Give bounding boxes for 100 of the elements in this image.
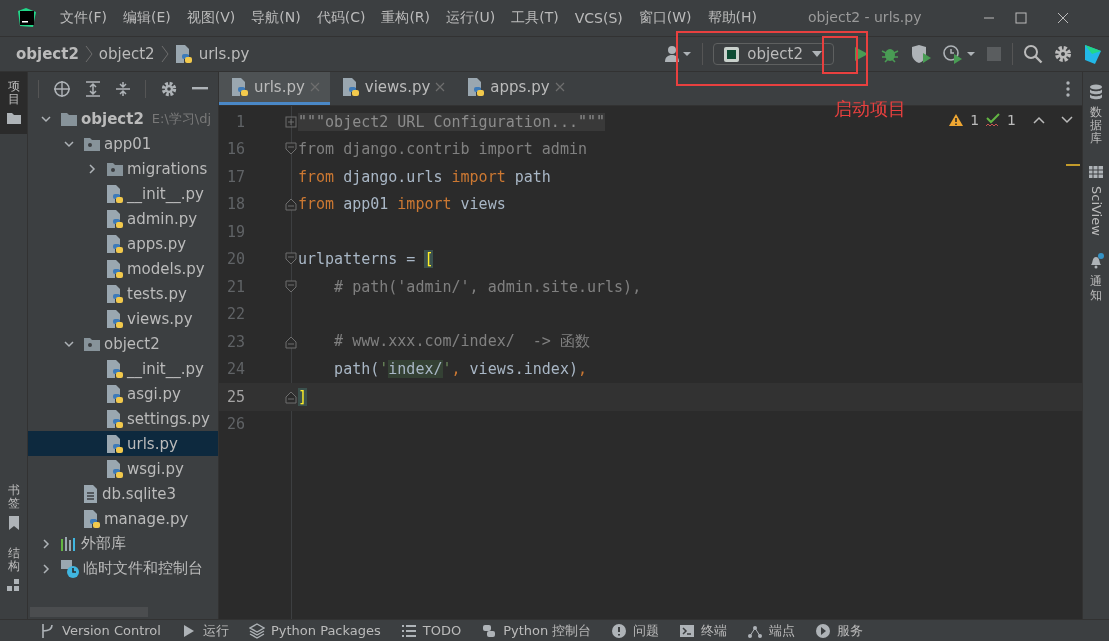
tree-item[interactable]: tests.py xyxy=(28,281,218,306)
tool-window-tab[interactable]: 通知 xyxy=(1083,247,1109,314)
tool-window-tab[interactable]: 项目 xyxy=(0,72,27,135)
code-line: # www.xxx.com/index/ -> 函数 xyxy=(333,332,590,352)
line-number: 18 xyxy=(225,195,245,214)
folder-icon xyxy=(60,110,78,127)
tool-window-tab[interactable]: 书签 xyxy=(0,476,27,539)
package-folder-icon xyxy=(83,135,101,152)
folder-icon xyxy=(5,110,22,127)
menu-item[interactable]: 帮助(H) xyxy=(699,9,765,27)
editor-tab[interactable]: urls.py xyxy=(219,72,330,105)
menu-item[interactable]: 代码(C) xyxy=(308,9,374,27)
expand-all-icon[interactable] xyxy=(85,80,101,97)
package-folder-icon xyxy=(106,160,124,177)
package-folder-icon xyxy=(83,335,101,352)
collapse-all-icon[interactable] xyxy=(115,80,131,97)
menu-item[interactable]: 编辑(E) xyxy=(115,9,179,27)
tool-window-button[interactable]: TODO xyxy=(400,622,462,639)
python-file-icon xyxy=(231,77,249,97)
tree-item[interactable]: migrations xyxy=(28,156,218,181)
tree-item[interactable]: models.py xyxy=(28,256,218,281)
tool-window-button[interactable]: 运行 xyxy=(180,621,229,640)
chevron-right-icon[interactable] xyxy=(86,162,98,175)
tree-item[interactable]: __init__.py xyxy=(28,356,218,381)
tree-item[interactable]: apps.py xyxy=(28,231,218,256)
menu-item[interactable]: 视图(V) xyxy=(178,9,244,27)
line-number: 16 xyxy=(225,140,245,159)
tool-window-tab[interactable]: SciView xyxy=(1083,157,1109,248)
python-file-icon xyxy=(106,358,124,379)
menu-item[interactable]: 文件(F) xyxy=(52,9,115,27)
tool-window-button[interactable]: 终端 xyxy=(679,621,728,640)
editor-tab[interactable]: views.py xyxy=(329,72,456,105)
python-file-icon xyxy=(106,283,124,304)
text-file-icon xyxy=(83,483,99,504)
python-icon xyxy=(481,622,498,639)
locate-target-icon[interactable] xyxy=(53,79,71,98)
chevron-right-icon[interactable] xyxy=(40,537,52,550)
tree-item[interactable]: db.sqlite3 xyxy=(28,481,218,506)
warning-icon[interactable] xyxy=(948,113,965,127)
settings-icon[interactable] xyxy=(160,79,178,98)
tool-window-button[interactable]: Version Control xyxy=(40,622,161,639)
python-file-icon xyxy=(106,233,124,254)
code-line: from django.urls import path xyxy=(298,167,551,186)
tool-window-tab[interactable]: 结构 xyxy=(0,538,27,601)
user-icon[interactable] xyxy=(664,44,693,64)
python-file-icon xyxy=(106,433,124,454)
menu-item[interactable]: VCS(S) xyxy=(566,10,631,26)
tree-item[interactable]: __init__.py xyxy=(28,181,218,206)
separator-chevron-icon xyxy=(84,45,93,63)
tool-window-button[interactable]: 端点 xyxy=(747,621,796,640)
code-line: from app01 import views xyxy=(298,195,506,214)
search-icon[interactable] xyxy=(1023,44,1043,64)
menu-item[interactable]: 重构(R) xyxy=(373,9,439,27)
line-number: 21 xyxy=(225,277,245,296)
tool-window-tab[interactable]: 数据库 xyxy=(1083,78,1109,158)
menu-item[interactable]: 运行(U) xyxy=(438,9,504,27)
list-icon xyxy=(400,622,417,639)
editor-tab[interactable]: apps.py xyxy=(455,72,575,105)
menu-item[interactable]: 导航(N) xyxy=(243,9,309,27)
maximize-icon[interactable] xyxy=(1015,12,1027,24)
caret-icon xyxy=(811,50,823,58)
tree-item[interactable]: views.py xyxy=(28,306,218,331)
toolbox-logo-icon[interactable] xyxy=(1083,43,1103,65)
tool-window-button[interactable]: 问题 xyxy=(611,621,660,640)
tree-item[interactable]: asgi.py xyxy=(28,381,218,406)
tool-window-button[interactable]: 服务 xyxy=(815,621,864,640)
line-number: 17 xyxy=(225,167,245,186)
python-file-icon xyxy=(106,383,124,404)
settings-icon[interactable] xyxy=(1053,44,1073,64)
menu-item[interactable]: 窗口(W) xyxy=(630,9,700,27)
tool-window-button[interactable]: Python 控制台 xyxy=(481,621,592,640)
tool-window-button[interactable]: Python Packages xyxy=(248,622,381,639)
tree-item[interactable]: 外部库 xyxy=(28,531,218,556)
tree-item[interactable]: object2 xyxy=(28,331,218,356)
run-configuration-dropdown[interactable]: object2 xyxy=(713,43,834,65)
warning-count[interactable]: 1 xyxy=(970,112,980,128)
breadcrumb[interactable]: urls.py xyxy=(198,45,250,63)
python-file-icon xyxy=(106,258,124,279)
more-options-icon[interactable] xyxy=(1066,80,1070,97)
python-file-icon xyxy=(106,183,124,204)
tree-item[interactable]: urls.py xyxy=(28,431,218,456)
warning-stripe-marker[interactable] xyxy=(1066,164,1080,166)
breadcrumb[interactable]: object2 xyxy=(16,45,79,63)
minimize-panel-icon[interactable] xyxy=(192,86,208,91)
tree-item[interactable]: settings.py xyxy=(28,406,218,431)
menu-item[interactable]: 工具(T) xyxy=(503,9,567,27)
typo-check-icon[interactable] xyxy=(985,112,1002,128)
tree-item[interactable]: wsgi.py xyxy=(28,456,218,481)
coverage-shield-icon[interactable] xyxy=(910,44,932,64)
typo-count[interactable]: 1 xyxy=(1007,112,1016,128)
breadcrumb[interactable]: object2 xyxy=(98,45,155,63)
tree-item[interactable]: admin.py xyxy=(28,206,218,231)
line-number: 1 xyxy=(234,112,245,131)
bell-icon xyxy=(1088,253,1104,270)
profile-clock-icon[interactable] xyxy=(942,44,976,64)
tree-item[interactable]: manage.py xyxy=(28,506,218,531)
close-icon[interactable] xyxy=(1057,12,1069,24)
chevron-right-icon[interactable] xyxy=(40,562,52,575)
tree-item[interactable]: app01 xyxy=(28,131,218,156)
tree-item[interactable]: 临时文件和控制台 xyxy=(28,556,218,581)
